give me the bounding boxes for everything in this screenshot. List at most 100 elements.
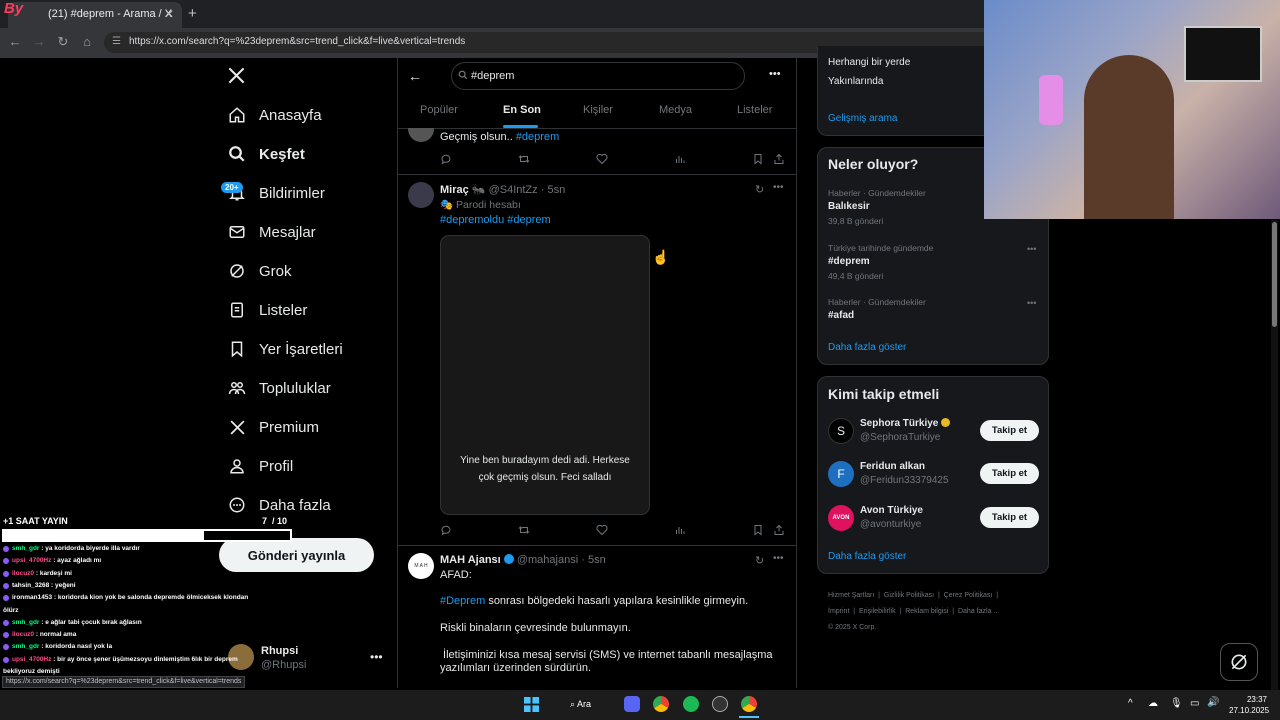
tweet-more-icon[interactable]: ••• (773, 182, 784, 193)
footer-link[interactable]: Erişilebilirlik (859, 608, 896, 615)
chrome-icon[interactable] (653, 696, 669, 712)
footer-link[interactable]: Çerez Politikası (944, 592, 993, 599)
trend-name[interactable]: #deprem (828, 256, 870, 267)
hashtag-link[interactable]: #depremoldu (440, 214, 504, 226)
forward-icon[interactable]: → (31, 34, 47, 50)
reply-icon[interactable] (440, 153, 452, 165)
back-arrow-icon[interactable]: ← (408, 68, 422, 84)
suggested-name[interactable]: Avon Türkiye (860, 505, 923, 516)
grok-explain-icon[interactable]: ↻ (755, 554, 764, 567)
author-name[interactable]: MAH Ajansı (440, 554, 501, 566)
post-button[interactable]: Gönderi yayınla (219, 538, 374, 572)
location-option-anywhere[interactable]: Herhangi bir yerde (828, 57, 910, 68)
hashtag-link[interactable]: #deprem (507, 214, 550, 226)
nav-notifications[interactable]: Bildirimler (226, 176, 325, 210)
volume-icon[interactable]: 🔊 (1207, 697, 1219, 708)
network-icon[interactable]: ▭ (1190, 698, 1199, 709)
suggested-name[interactable]: Sephora Türkiye (860, 418, 951, 429)
chrome-active-icon[interactable] (741, 696, 757, 712)
nav-home[interactable]: Anasayfa (226, 98, 322, 132)
avatar[interactable] (408, 182, 434, 208)
trend-more-icon[interactable]: ••• (1027, 244, 1036, 254)
mic-icon[interactable]: 🎙 (1170, 698, 1183, 709)
tab-latest[interactable]: En Son (503, 104, 541, 116)
repost-icon[interactable] (518, 153, 530, 165)
search-options-icon[interactable]: ••• (769, 68, 781, 80)
start-icon[interactable] (524, 697, 539, 712)
footer-link[interactable]: Hizmet Şartları (828, 592, 874, 599)
taskbar-search[interactable]: ⌕ Ara (570, 699, 591, 710)
suggested-name[interactable]: Feridun alkan (860, 461, 925, 472)
share-icon[interactable] (773, 524, 785, 536)
nav-lists[interactable]: Listeler (226, 293, 307, 327)
trend-more-icon[interactable]: ••• (1027, 298, 1036, 308)
nav-profile[interactable]: Profil (226, 449, 293, 483)
follow-button[interactable]: Takip et (980, 420, 1039, 441)
footer-link[interactable]: Reklam bilgisi (905, 608, 948, 615)
chat-message: upsi_4700Hz : bir ay önce şener üşümezso… (3, 656, 238, 663)
taskbar-clock[interactable]: 23:37 27.10.2025 (1229, 694, 1269, 716)
tab-media[interactable]: Medya (659, 104, 692, 116)
x-logo-icon[interactable] (227, 66, 246, 85)
views-icon[interactable] (674, 524, 686, 536)
like-icon[interactable] (596, 153, 608, 165)
bookmark-icon (228, 340, 246, 358)
advanced-search-link[interactable]: Gelişmiş arama (828, 113, 897, 124)
search-input[interactable]: #deprem (451, 62, 745, 90)
avatar[interactable]: F (828, 461, 854, 487)
site-info-icon[interactable]: ☰ (112, 36, 121, 47)
footer-link[interactable]: Daha fazla ... (958, 608, 999, 615)
steam-icon[interactable] (712, 696, 728, 712)
like-icon[interactable] (596, 524, 608, 536)
reload-icon[interactable]: ↻ (55, 34, 71, 50)
hashtag-link[interactable]: #deprem (516, 131, 559, 143)
nav-bookmarks[interactable]: Yer İşaretleri (226, 332, 343, 366)
avatar[interactable]: S (828, 418, 854, 444)
location-option-near[interactable]: Yakınlarında (828, 76, 883, 87)
reply-icon[interactable] (440, 524, 452, 536)
author-handle[interactable]: @S4IntZz (489, 184, 538, 196)
tweet-more-icon[interactable]: ••• (773, 553, 784, 564)
scrollbar-thumb[interactable] (1272, 222, 1277, 327)
views-icon[interactable] (674, 153, 686, 165)
home-browser-icon[interactable]: ⌂ (79, 34, 95, 50)
tab-lists[interactable]: Listeler (737, 104, 772, 116)
bookmark-action-icon[interactable] (752, 524, 764, 536)
hashtag-link[interactable]: #Deprem (440, 595, 485, 607)
author-name[interactable]: Miraç (440, 184, 469, 196)
avatar[interactable]: M A H (408, 553, 434, 579)
onedrive-icon[interactable]: ☁ (1148, 698, 1158, 709)
trend-name[interactable]: Balıkesir (828, 201, 870, 212)
grok-float-button[interactable] (1220, 643, 1258, 681)
nav-explore[interactable]: Keşfet (226, 137, 305, 171)
repost-icon[interactable] (518, 524, 530, 536)
nav-communities[interactable]: Topluluklar (226, 371, 331, 405)
chat-username: upsi_4700Hz (12, 557, 52, 565)
footer-link[interactable]: İmprint (828, 608, 849, 615)
bookmark-action-icon[interactable] (752, 153, 764, 165)
home-icon (228, 106, 246, 124)
account-menu-icon[interactable]: ••• (370, 650, 383, 664)
nav-grok[interactable]: Grok (226, 254, 292, 288)
new-tab-icon[interactable]: + (188, 5, 197, 22)
trend-name[interactable]: #afad (828, 310, 854, 321)
nav-messages[interactable]: Mesajlar (226, 215, 316, 249)
spotify-icon[interactable] (683, 696, 699, 712)
share-icon[interactable] (773, 153, 785, 165)
tab-popular[interactable]: Popüler (420, 104, 458, 116)
avatar[interactable]: AVON (828, 505, 854, 531)
nav-premium[interactable]: Premium (226, 410, 319, 444)
footer-link[interactable]: Gizlilik Politikası (884, 592, 934, 599)
tray-chevron-icon[interactable]: ^ (1128, 698, 1133, 709)
discord-icon[interactable] (624, 696, 640, 712)
follow-button[interactable]: Takip et (980, 507, 1039, 528)
back-icon[interactable]: ← (7, 34, 23, 50)
grok-explain-icon[interactable]: ↻ (755, 183, 764, 196)
show-more-trends-link[interactable]: Daha fazla göster (828, 342, 906, 353)
tab-people[interactable]: Kişiler (583, 104, 613, 116)
author-handle[interactable]: @mahajansi (517, 554, 578, 566)
close-tab-icon[interactable]: ✕ (164, 7, 174, 21)
show-more-follow-link[interactable]: Daha fazla göster (828, 551, 906, 562)
follow-button[interactable]: Takip et (980, 463, 1039, 484)
browser-tab[interactable]: (21) #deprem - Arama / X (8, 2, 182, 28)
